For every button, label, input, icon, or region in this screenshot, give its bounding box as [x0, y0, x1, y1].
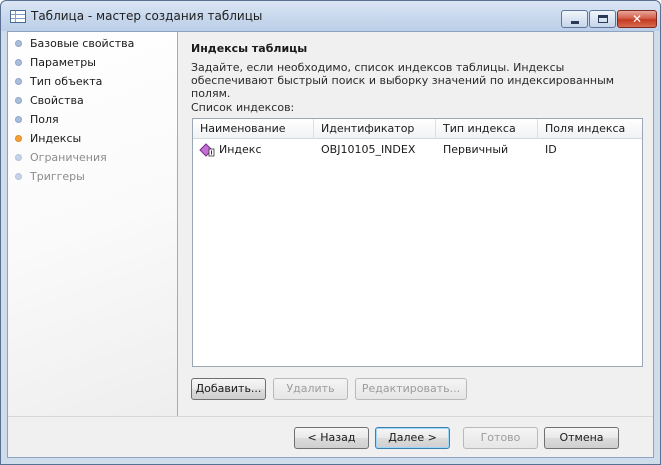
step-label: Тип объекта — [30, 74, 103, 88]
wizard-steps: Базовые свойства Параметры Тип объекта С… — [8, 32, 178, 416]
step-bullet-icon — [15, 172, 22, 180]
index-type: Первичный — [443, 143, 509, 156]
title-bar[interactable]: Таблица - мастер создания таблицы ✕ — [1, 1, 660, 31]
step-bullet-icon — [15, 153, 22, 161]
step-constraints: Ограничения — [15, 148, 107, 166]
cancel-button[interactable]: Отмена — [544, 427, 619, 449]
step-label: Ограничения — [30, 150, 107, 164]
step-triggers: Триггеры — [15, 167, 85, 185]
wizard-window: Таблица - мастер создания таблицы ✕ Базо… — [0, 0, 661, 465]
step-object-type[interactable]: Тип объекта — [15, 72, 102, 90]
index-name: Индекс — [219, 143, 262, 156]
step-bullet-icon — [15, 58, 22, 66]
wizard-footer: < Назад Далее > Готово Отмена — [8, 416, 653, 457]
finish-button[interactable]: Готово — [463, 427, 538, 449]
step-bullet-icon — [15, 39, 22, 47]
table-icon — [10, 10, 26, 23]
column-header-type[interactable]: Тип индекса — [436, 119, 538, 139]
step-basic-properties[interactable]: Базовые свойства — [15, 34, 134, 52]
page-title: Индексы таблицы — [191, 42, 308, 55]
step-label: Свойства — [30, 93, 84, 107]
page-description: Задайте, если необходимо, список индексо… — [191, 61, 615, 100]
edit-index-button[interactable]: Редактировать... — [355, 378, 467, 400]
column-header-name[interactable]: Наименование — [193, 119, 314, 139]
step-bullet-icon — [15, 77, 22, 85]
wizard-client: Базовые свойства Параметры Тип объекта С… — [7, 31, 654, 458]
index-fields: ID — [545, 143, 557, 156]
add-index-button[interactable]: Добавить... — [191, 378, 266, 400]
back-button[interactable]: < Назад — [294, 427, 369, 449]
step-label: Индексы — [30, 131, 82, 145]
step-bullet-icon — [15, 115, 22, 123]
step-label: Поля — [30, 112, 59, 126]
table-row[interactable]: Индекс OBJ10105_INDEX Первичный ID — [193, 140, 642, 160]
maximize-icon — [598, 15, 608, 23]
index-identifier: OBJ10105_INDEX — [321, 143, 416, 156]
step-label: Параметры — [30, 55, 96, 69]
index-list-label: Список индексов: — [191, 101, 295, 114]
close-icon: ✕ — [631, 12, 643, 26]
step-label: Базовые свойства — [30, 36, 135, 50]
delete-index-button[interactable]: Удалить — [273, 378, 348, 400]
window-title: Таблица - мастер создания таблицы — [31, 9, 263, 23]
minimize-icon — [571, 21, 579, 24]
minimize-button[interactable] — [561, 10, 588, 28]
step-properties[interactable]: Свойства — [15, 91, 84, 109]
step-bullet-icon — [15, 96, 22, 104]
column-header-identifier[interactable]: Идентификатор — [314, 119, 436, 139]
step-bullet-active-icon — [15, 134, 22, 142]
next-button[interactable]: Далее > — [375, 427, 450, 449]
step-parameters[interactable]: Параметры — [15, 53, 96, 71]
column-header-fields[interactable]: Поля индекса — [538, 119, 642, 139]
close-button[interactable]: ✕ — [617, 10, 657, 28]
step-label: Триггеры — [30, 169, 85, 183]
step-fields[interactable]: Поля — [15, 110, 59, 128]
step-indexes[interactable]: Индексы — [15, 129, 81, 147]
step-content: Индексы таблицы Задайте, если необходимо… — [179, 32, 653, 416]
maximize-button[interactable] — [589, 10, 616, 28]
primary-key-index-icon — [199, 143, 215, 157]
index-list[interactable]: Наименование Идентификатор Тип индекса П… — [192, 118, 643, 367]
index-list-header: Наименование Идентификатор Тип индекса П… — [193, 119, 642, 139]
